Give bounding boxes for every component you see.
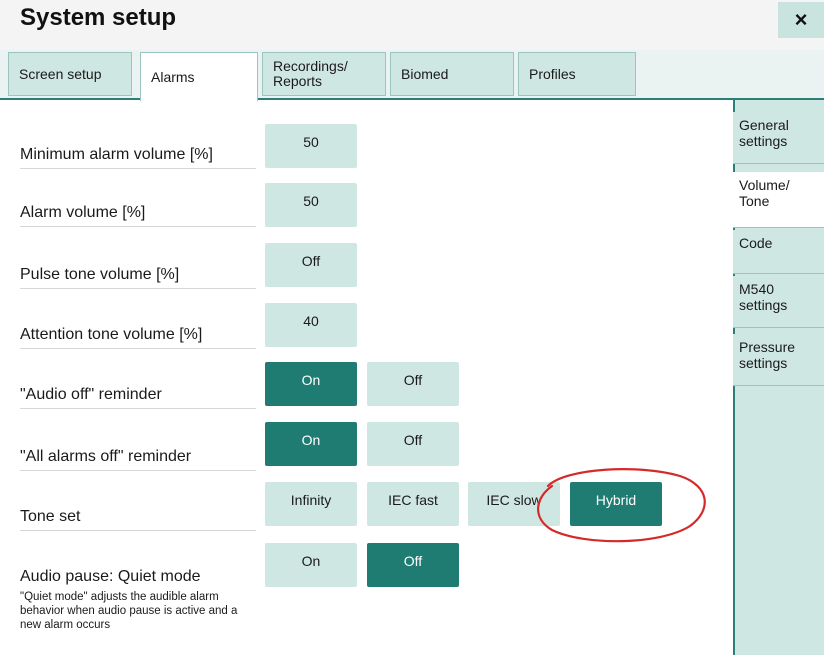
tone-set-iec-slow-button[interactable]: IEC slow <box>468 482 560 526</box>
audio-off-reminder-off-button[interactable]: Off <box>367 362 459 406</box>
sidebar-item-label: Pressure settings <box>739 339 796 371</box>
tab-profiles[interactable]: Profiles <box>518 52 636 96</box>
sidebar-item-pressure-settings[interactable]: Pressure settings <box>733 334 824 386</box>
attention-tone-volume-button[interactable]: 40 <box>265 303 357 347</box>
close-button[interactable]: × <box>778 2 824 38</box>
audio-pause-quiet-mode-label: Audio pause: Quiet mode <box>20 568 201 585</box>
tab-recordings-reports[interactable]: Recordings/ Reports <box>262 52 386 96</box>
tab-label: Screen setup <box>19 65 102 82</box>
title-bar: System setup × <box>0 0 824 50</box>
all-alarms-off-reminder-off-button[interactable]: Off <box>367 422 459 466</box>
all-alarms-off-reminder-label: "All alarms off" reminder <box>20 448 256 471</box>
tab-label: Profiles <box>529 65 576 82</box>
sidebar-item-m540-settings[interactable]: M540 settings <box>733 276 824 328</box>
tone-set-hybrid-button[interactable]: Hybrid <box>570 482 662 526</box>
tab-divider <box>0 98 824 100</box>
quiet-mode-note: "Quiet mode" adjusts the audible alarm b… <box>20 591 238 631</box>
tab-bar: Screen setup Alarms Recordings/ Reports … <box>0 50 824 101</box>
attention-tone-volume-label: Attention tone volume [%] <box>20 326 256 349</box>
sidebar-item-general-settings[interactable]: General settings <box>733 112 824 164</box>
window-title: System setup <box>20 4 177 31</box>
sidebar-item-label: Code <box>739 235 773 251</box>
audio-off-reminder-on-button[interactable]: On <box>265 362 357 406</box>
tone-set-iec-fast-button[interactable]: IEC fast <box>367 482 459 526</box>
pulse-tone-volume-label: Pulse tone volume [%] <box>20 266 256 289</box>
sidebar-item-code[interactable]: Code <box>733 230 824 274</box>
tab-screen-setup[interactable]: Screen setup <box>8 52 132 96</box>
tone-set-label: Tone set <box>20 508 256 531</box>
pulse-tone-volume-button[interactable]: Off <box>265 243 357 287</box>
tab-biomed[interactable]: Biomed <box>390 52 514 96</box>
audio-off-reminder-label: "Audio off" reminder <box>20 386 256 409</box>
sidebar-item-label: Volume/ Tone <box>739 177 790 209</box>
tab-label: Biomed <box>401 65 449 82</box>
all-alarms-off-reminder-on-button[interactable]: On <box>265 422 357 466</box>
alarm-volume-label: Alarm volume [%] <box>20 204 256 227</box>
min-alarm-volume-label: Minimum alarm volume [%] <box>20 146 256 169</box>
tab-alarms[interactable]: Alarms <box>140 52 258 101</box>
sidebar-item-label: General settings <box>739 117 789 149</box>
tab-label: Alarms <box>151 68 195 85</box>
tab-label: Recordings/ Reports <box>273 58 348 89</box>
alarm-volume-button[interactable]: 50 <box>265 183 357 227</box>
close-icon: × <box>794 7 808 32</box>
min-alarm-volume-button[interactable]: 50 <box>265 124 357 168</box>
audio-pause-quiet-mode-off-button[interactable]: Off <box>367 543 459 587</box>
tone-set-infinity-button[interactable]: Infinity <box>265 482 357 526</box>
sidebar-item-label: M540 settings <box>739 281 788 313</box>
sidebar-item-volume-tone[interactable]: Volume/ Tone <box>733 172 824 228</box>
audio-pause-quiet-mode-on-button[interactable]: On <box>265 543 357 587</box>
